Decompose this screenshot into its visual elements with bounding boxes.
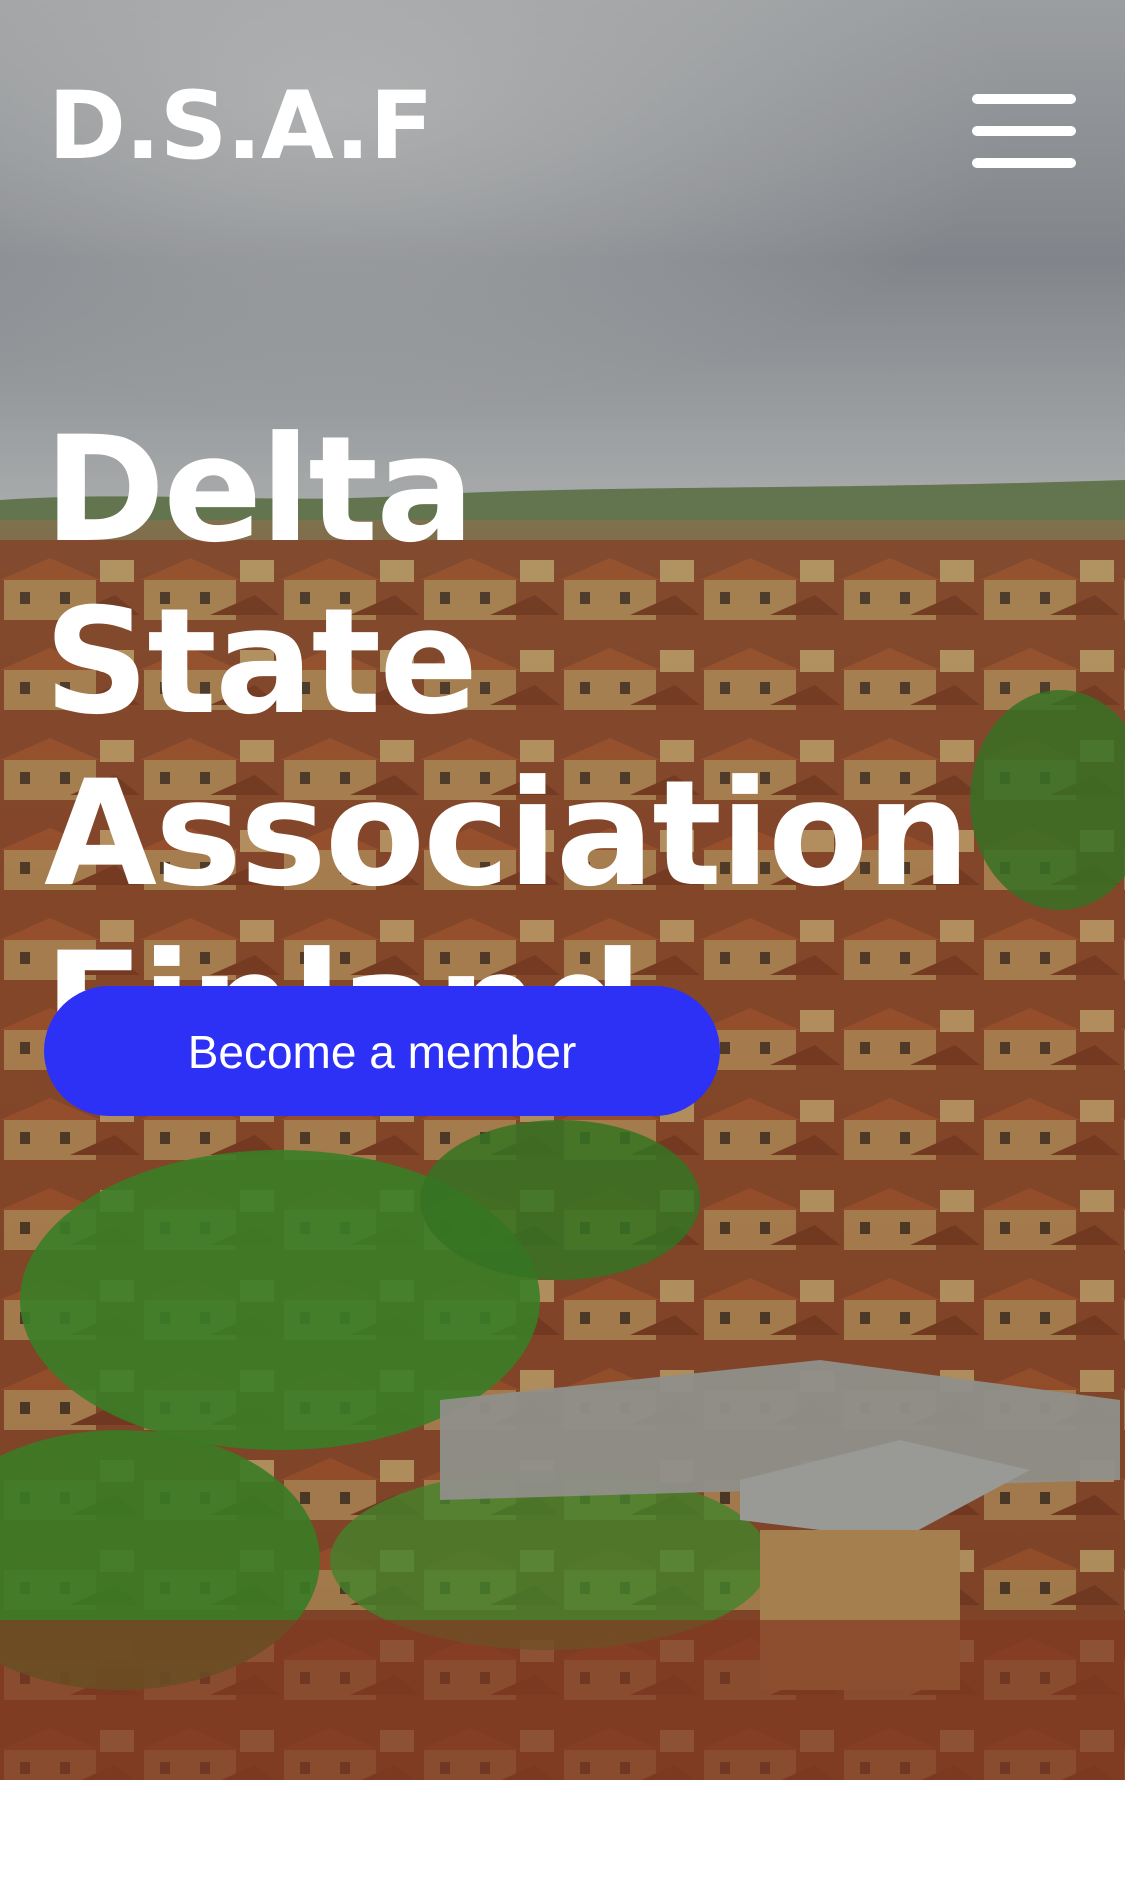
- page: D.S.A.F Delta State Association Finland …: [0, 0, 1125, 1904]
- menu-bar-middle: [972, 126, 1076, 136]
- site-logo[interactable]: D.S.A.F: [48, 80, 434, 174]
- hamburger-menu-icon[interactable]: [972, 94, 1076, 168]
- menu-bar-top: [972, 94, 1076, 104]
- hero-section: D.S.A.F Delta State Association Finland …: [0, 0, 1125, 1780]
- become-member-button[interactable]: Become a member: [44, 986, 720, 1116]
- menu-bar-bottom: [972, 158, 1076, 168]
